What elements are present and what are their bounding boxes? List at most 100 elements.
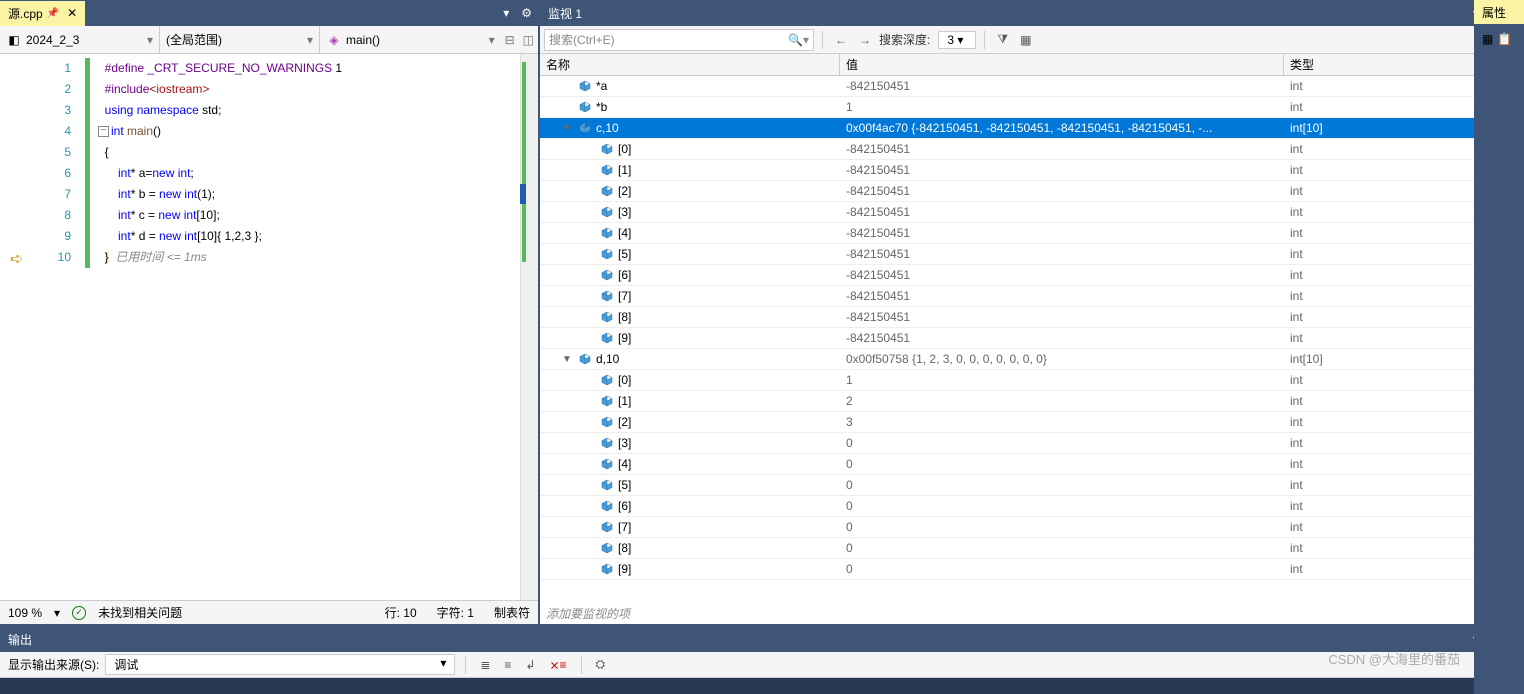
watch-row[interactable]: [1]2int	[540, 391, 1524, 412]
var-value: -842150451	[840, 142, 1284, 156]
watch-body[interactable]: *a-842150451int*b1int▼c,100x00f4ac70 {-8…	[540, 76, 1524, 603]
watch-row[interactable]: *b1int	[540, 97, 1524, 118]
output-panel: 输出 ▾ 📍 ✕ 显示输出来源(S): 调试▾ ≣ ≡ ↲ ⨯≡ ⛭	[0, 624, 1524, 678]
watch-row[interactable]: ▼d,100x00f50758 {1, 2, 3, 0, 0, 0, 0, 0,…	[540, 349, 1524, 370]
watch-row[interactable]: [0]-842150451int	[540, 139, 1524, 160]
split-horizontal-icon[interactable]: ⊟	[501, 33, 519, 47]
var-name: [8]	[618, 310, 631, 324]
watch-row[interactable]: [6]0int	[540, 496, 1524, 517]
watch-panel: 监视 1 ▾ 📍 ✕ 搜索(Ctrl+E) 🔍 ▾ ← → 搜索深度: 3 ▾ …	[538, 0, 1524, 624]
variable-icon	[600, 205, 614, 219]
gear-icon[interactable]: ⚙	[515, 6, 538, 20]
watch-row[interactable]: *a-842150451int	[540, 76, 1524, 97]
variable-icon	[600, 478, 614, 492]
search-input[interactable]: 搜索(Ctrl+E) 🔍 ▾	[544, 29, 814, 51]
chevron-down-icon: ▾	[307, 33, 313, 47]
clear-icon[interactable]: ≣	[476, 658, 494, 672]
var-value: -842150451	[840, 205, 1284, 219]
nav-function[interactable]: ◈ main() ▾	[320, 26, 501, 53]
var-name: d,10	[596, 352, 619, 366]
watch-row[interactable]: [8]-842150451int	[540, 307, 1524, 328]
watch-row[interactable]: [8]0int	[540, 538, 1524, 559]
chevron-down-icon: ▾	[489, 33, 495, 47]
watch-row[interactable]: [5]0int	[540, 475, 1524, 496]
expand-icon[interactable]: ▼	[560, 354, 574, 365]
toggle-icon[interactable]: ≡	[500, 658, 515, 672]
depth-select[interactable]: 3 ▾	[938, 31, 976, 49]
execution-pointer-icon: ➪	[10, 249, 23, 269]
code-content[interactable]: #define _CRT_SECURE_NO_WARNINGS 1 #inclu…	[85, 54, 520, 600]
watch-row[interactable]: [4]0int	[540, 454, 1524, 475]
output-source-select[interactable]: 调试▾	[105, 654, 455, 675]
watch-row[interactable]: [4]-842150451int	[540, 223, 1524, 244]
category-icon[interactable]: ▦	[1482, 32, 1493, 46]
watch-row[interactable]: [9]0int	[540, 559, 1524, 580]
columns-icon[interactable]: ▦	[1016, 33, 1035, 47]
var-name: [0]	[618, 142, 631, 156]
editor-tab[interactable]: 源.cpp 📌 ✕	[0, 1, 85, 26]
variable-icon	[600, 268, 614, 282]
var-value: -842150451	[840, 310, 1284, 324]
variable-icon	[578, 79, 592, 93]
nav-back-icon[interactable]: ←	[831, 33, 851, 47]
settings-icon[interactable]: ⛭	[592, 657, 610, 672]
var-name: [4]	[618, 226, 631, 240]
watch-row[interactable]: [6]-842150451int	[540, 265, 1524, 286]
pin-icon[interactable]: 📌	[47, 8, 59, 19]
var-value: 1	[840, 100, 1284, 114]
nav-bar: ◧ 2024_2_3 ▾ (全局范围) ▾ ◈ main() ▾ ⊟ ◫	[0, 26, 538, 54]
issues-status[interactable]: 未找到相关问题	[98, 604, 182, 621]
sort-icon[interactable]: 📋	[1497, 32, 1512, 46]
tab-label: 源.cpp	[8, 5, 43, 22]
code-editor[interactable]: ➪ 12345678910 #define _CRT_SECURE_NO_WAR…	[0, 54, 538, 600]
watch-row[interactable]: [7]-842150451int	[540, 286, 1524, 307]
variable-icon	[578, 352, 592, 366]
watch-row[interactable]: [2]3int	[540, 412, 1524, 433]
watch-header: 名称 值 类型	[540, 54, 1524, 76]
var-value: -842150451	[840, 289, 1284, 303]
var-name: [9]	[618, 562, 631, 576]
watch-row[interactable]: [3]-842150451int	[540, 202, 1524, 223]
expand-icon[interactable]: ▼	[560, 123, 574, 134]
watch-row[interactable]: [7]0int	[540, 517, 1524, 538]
tab-dropdown-icon[interactable]: ▾	[497, 6, 515, 20]
var-name: [2]	[618, 184, 631, 198]
watch-grid: 名称 值 类型 *a-842150451int*b1int▼c,100x00f4…	[540, 54, 1524, 624]
col-name-header[interactable]: 名称	[540, 54, 840, 75]
variable-icon	[600, 331, 614, 345]
nav-function-label: main()	[346, 33, 380, 47]
add-watch-item[interactable]: 添加要监视的项	[540, 603, 1524, 624]
col-value-header[interactable]: 值	[840, 54, 1284, 75]
split-vertical-icon[interactable]: ◫	[519, 33, 538, 47]
search-icon[interactable]: 🔍	[788, 33, 803, 47]
variable-icon	[600, 457, 614, 471]
zoom-level[interactable]: 109 %	[8, 606, 42, 620]
watch-row[interactable]: [9]-842150451int	[540, 328, 1524, 349]
close-icon[interactable]: ✕	[67, 6, 77, 20]
nav-forward-icon[interactable]: →	[855, 33, 875, 47]
properties-tab[interactable]: 属性	[1474, 0, 1524, 24]
clear-all-icon[interactable]: ⨯≡	[545, 658, 570, 672]
nav-scope[interactable]: (全局范围) ▾	[160, 26, 320, 53]
editor-scrollbar[interactable]	[520, 54, 538, 600]
var-value: -842150451	[840, 268, 1284, 282]
watch-row[interactable]: [3]0int	[540, 433, 1524, 454]
wrap-icon[interactable]: ↲	[521, 658, 539, 672]
editor-status-bar: 109 % ▾ ✓ 未找到相关问题 行: 10 字符: 1 制表符	[0, 600, 538, 624]
watch-row[interactable]: [2]-842150451int	[540, 181, 1524, 202]
output-title-bar: 输出 ▾ 📍 ✕	[0, 626, 1524, 652]
variable-icon	[600, 373, 614, 387]
var-name: *a	[596, 79, 607, 93]
var-value: -842150451	[840, 79, 1284, 93]
watch-row[interactable]: ▼c,100x00f4ac70 {-842150451, -842150451,…	[540, 118, 1524, 139]
var-value: -842150451	[840, 184, 1284, 198]
watch-row[interactable]: [1]-842150451int	[540, 160, 1524, 181]
watch-row[interactable]: [5]-842150451int	[540, 244, 1524, 265]
var-name: [6]	[618, 268, 631, 282]
watch-row[interactable]: [0]1int	[540, 370, 1524, 391]
nav-project[interactable]: ◧ 2024_2_3 ▾	[0, 26, 160, 53]
var-name: [4]	[618, 457, 631, 471]
filter-icon[interactable]: ⧩	[993, 32, 1012, 47]
function-icon: ◈	[326, 32, 342, 48]
depth-label: 搜索深度:	[879, 31, 930, 48]
